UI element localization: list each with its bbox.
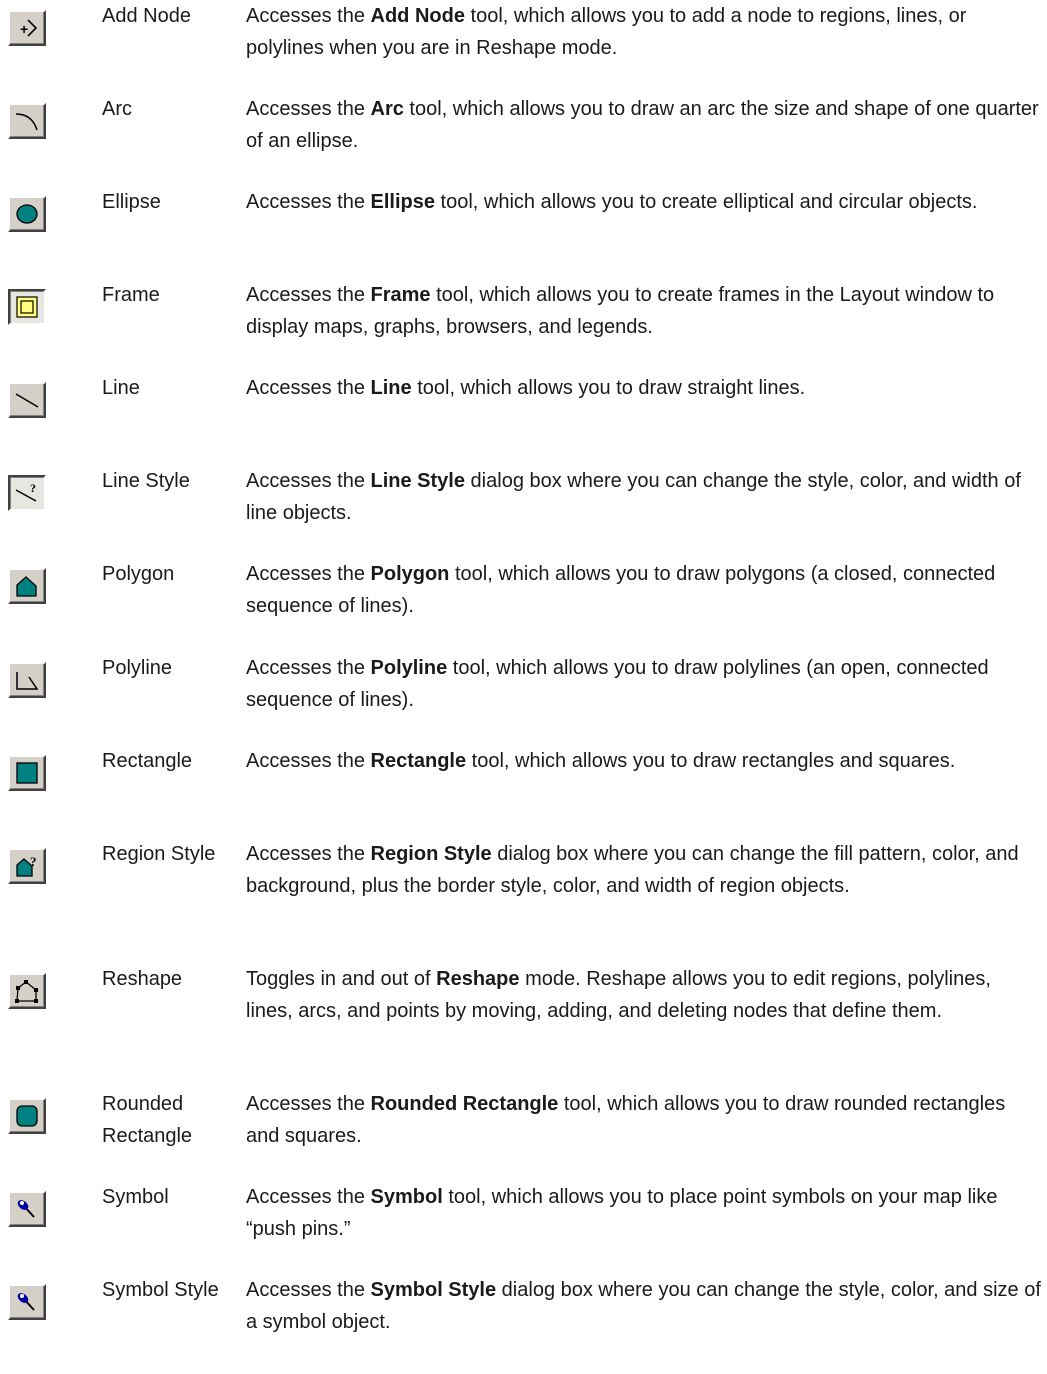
tool-description: Accesses the Line Style dialog box where… <box>246 465 1042 529</box>
tool-name: Region Style <box>102 843 216 865</box>
tool-entry: Arc Accesses the Arc tool, which allows y… <box>0 93 1047 193</box>
tool-name: Line <box>102 377 140 399</box>
tool-description: Accesses the Add Node tool, which allows… <box>246 0 1042 64</box>
frame-button[interactable] <box>8 289 46 325</box>
ellipse-button[interactable] <box>8 196 46 232</box>
description-bold-term: Reshape <box>436 968 520 990</box>
tool-name: Rounded Rectangle <box>102 1093 193 1147</box>
tool-description: Accesses the Symbol Style dialog box whe… <box>246 1274 1042 1338</box>
arc-button[interactable] <box>8 103 46 139</box>
tool-entry: Polygon Accesses the Polygon tool, which … <box>0 558 1047 658</box>
tool-name: Polygon <box>102 563 175 585</box>
description-text: Accesses the <box>246 5 371 27</box>
add-node-button[interactable]: + <box>8 10 46 46</box>
tool-name: Add Node <box>102 5 191 27</box>
tool-name: Ellipse <box>102 191 161 213</box>
tool-entry: Symbol Style Accesses the Symbol Style di… <box>0 1274 1047 1374</box>
description-bold-term: Frame <box>370 284 431 306</box>
rounded-rectangle-button[interactable] <box>8 1098 46 1134</box>
tool-description: Accesses the Rounded Rectangle tool, whi… <box>246 1088 1042 1152</box>
tool-description: Accesses the Symbol tool, which allows y… <box>246 1181 1042 1245</box>
tool-name: Reshape <box>102 968 183 990</box>
tool-entry: Rectangle Accesses the Rectangle tool, wh… <box>0 745 1047 845</box>
description-text: Accesses the <box>246 657 371 679</box>
tool-name: Polyline <box>102 657 173 679</box>
description-bold-term: Polyline <box>370 657 448 679</box>
tool-entry: Reshape Toggles in and out of Reshape mod… <box>0 963 1047 1063</box>
tool-description: Accesses the Region Style dialog box whe… <box>246 838 1042 902</box>
polygon-button[interactable] <box>8 568 46 604</box>
description-text: tool, which allows you to create ellipti… <box>435 191 978 213</box>
tool-entry: Frame Accesses the Frame tool, which allo… <box>0 279 1047 379</box>
tool-name: Symbol <box>102 1186 169 1208</box>
description-bold-term: Region Style <box>370 843 492 865</box>
line-style-button[interactable]: ? <box>8 475 46 511</box>
description-text: tool, which allows you to draw rectangle… <box>466 750 956 772</box>
tool-name: Symbol Style <box>102 1279 219 1301</box>
rectangle-button[interactable] <box>8 755 46 791</box>
description-text: Accesses the <box>246 1279 371 1301</box>
tool-entry: Line Accesses the Line tool, which allows… <box>0 372 1047 472</box>
tool-description: Accesses the Polyline tool, which allows… <box>246 652 1042 716</box>
tool-name: Arc <box>102 98 132 120</box>
description-text: Accesses the <box>246 1186 371 1208</box>
tool-entry: Polyline Accesses the Polyline tool, whic… <box>0 652 1047 752</box>
tool-entry: ? Region Style Accesses the Region Style d… <box>0 838 1047 938</box>
tool-description: Accesses the Ellipse tool, which allows … <box>246 186 1042 218</box>
description-bold-term: Symbol <box>370 1186 443 1208</box>
tool-description: Accesses the Arc tool, which allows you … <box>246 93 1042 157</box>
description-bold-term: Add Node <box>370 5 465 27</box>
description-text: Accesses the <box>246 750 371 772</box>
svg-text:+: + <box>20 21 28 37</box>
description-text: Toggles in and out of <box>246 968 437 990</box>
description-bold-term: Ellipse <box>370 191 435 213</box>
symbol-style-button[interactable] <box>8 1284 46 1320</box>
description-bold-term: Rounded Rectangle <box>370 1093 559 1115</box>
line-button[interactable] <box>8 382 46 418</box>
description-bold-term: Symbol Style <box>370 1279 497 1301</box>
reshape-button[interactable] <box>8 973 46 1009</box>
polyline-button[interactable] <box>8 662 46 698</box>
tool-name: Rectangle <box>102 750 193 772</box>
tool-entry: Ellipse Accesses the Ellipse tool, which … <box>0 186 1047 286</box>
description-bold-term: Rectangle <box>370 750 467 772</box>
tool-name: Line Style <box>102 470 190 492</box>
description-text: Accesses the <box>246 377 371 399</box>
description-text: tool, which allows you to draw straight … <box>411 377 806 399</box>
description-text: Accesses the <box>246 563 371 585</box>
description-text: Accesses the <box>246 470 371 492</box>
description-text: Accesses the <box>246 98 371 120</box>
description-text: Accesses the <box>246 843 371 865</box>
tool-entry: Symbol Accesses the Symbol tool, which al… <box>0 1181 1047 1281</box>
tool-description: Accesses the Rectangle tool, which allow… <box>246 745 1042 777</box>
tool-name: Frame <box>102 284 160 306</box>
description-bold-term: Line Style <box>370 470 465 492</box>
description-bold-term: Line <box>370 377 412 399</box>
tool-entry: Rounded Rectangle Accesses the Rounded Re… <box>0 1088 1047 1188</box>
tool-description: Accesses the Polygon tool, which allows … <box>246 558 1042 622</box>
symbol-button[interactable] <box>8 1191 46 1227</box>
tool-description: Accesses the Frame tool, which allows yo… <box>246 279 1042 343</box>
description-text: Accesses the <box>246 191 371 213</box>
svg-text:?: ? <box>30 481 36 495</box>
tool-description: Accesses the Line tool, which allows you… <box>246 372 1042 404</box>
description-text: Accesses the <box>246 284 371 306</box>
description-text: Accesses the <box>246 1093 371 1115</box>
region-style-button[interactable]: ? <box>8 848 46 884</box>
tool-entry: + Add Node Accesses the Add Node tool, wh… <box>0 0 1047 100</box>
svg-text:?: ? <box>30 854 37 869</box>
description-bold-term: Arc <box>370 98 404 120</box>
tool-entry: ? Line Style Accesses the Line Style dialo… <box>0 465 1047 565</box>
description-bold-term: Polygon <box>370 563 450 585</box>
tool-description: Toggles in and out of Reshape mode. Resh… <box>246 963 1042 1027</box>
